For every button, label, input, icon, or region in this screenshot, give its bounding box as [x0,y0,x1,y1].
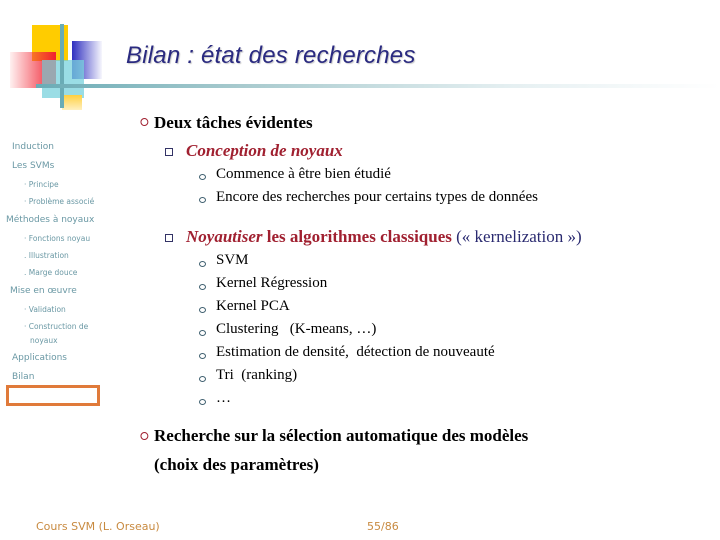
bullet-level1-icon: ⭘ [140,117,149,129]
bullet-circle-icon [199,399,206,405]
sidebar-item[interactable]: Induction [12,142,54,152]
list-item: SVM [216,252,249,268]
point-heading: Deux tâches évidentes [154,113,313,132]
bullet-level1-icon: ⭘ [140,431,149,443]
point-heading: Recherche sur la sélection automatique d… [154,426,529,445]
sidebar-item[interactable]: Les SVMs [12,161,54,171]
list-item: Estimation de densité, détection de nouv… [216,344,495,360]
bullet-circle-icon [199,174,206,180]
logo-vertical-bar [60,24,64,108]
sidebar-subitem[interactable]: · Problème associé [24,197,94,206]
slide-title: Bilan : état des recherches [126,42,416,69]
footer-course: Cours SVM (L. Orseau) [36,520,160,533]
title-underline [36,84,720,88]
bullet-square-icon [165,148,173,156]
bullet-square-icon [165,234,173,242]
logo-yellow-bottom [62,95,82,110]
bullet-circle-icon [199,376,206,382]
bullet-circle-icon [199,353,206,359]
list-item: Tri (ranking) [216,367,298,383]
bullet-circle-icon [199,307,206,313]
list-item: Clustering (K-means, …) [216,321,377,337]
list-item: Encore des recherches pour certains type… [216,189,538,205]
sidebar-item[interactable]: Applications [12,353,67,363]
sidebar-subitem[interactable]: . Illustration [24,251,69,260]
sidebar-current-marker [6,385,100,406]
sidebar-subitem[interactable]: · Fonctions noyau [24,234,90,243]
bullet-circle-icon [199,284,206,290]
subpoint-parenthetical: (« kernelization ») [456,227,582,246]
list-item: Commence à être bien étudié [216,166,391,182]
bullet-circle-icon [199,261,206,267]
subpoint-heading: Noyautiser les algorithmes classiques («… [186,227,582,247]
bullet-circle-icon [199,197,206,203]
point-heading-continued: (choix des paramètres) [154,455,319,474]
sidebar-subitem[interactable]: . Marge douce [24,268,77,277]
list-item: Kernel Régression [216,275,328,291]
emphasis-word: Noyautiser [186,227,263,246]
footer-page-number: 55/86 [367,520,399,533]
slide-logo-decoration [0,0,120,110]
bullet-circle-icon [199,330,206,336]
sidebar-subitem[interactable]: · Construction de [24,322,88,331]
list-item: … [216,390,231,406]
sidebar-subitem[interactable]: noyaux [30,336,58,345]
sidebar-item[interactable]: Méthodes à noyaux [6,215,94,225]
subpoint-heading: Conception de noyaux [186,141,343,160]
sidebar-item[interactable]: Mise en œuvre [10,286,77,296]
list-item: Kernel PCA [216,298,290,314]
sidebar-item[interactable]: Bilan [12,372,34,382]
subpoint-text: les algorithmes classiques [262,227,457,246]
sidebar-subitem[interactable]: · Principe [24,180,59,189]
sidebar-subitem[interactable]: · Validation [24,305,66,314]
